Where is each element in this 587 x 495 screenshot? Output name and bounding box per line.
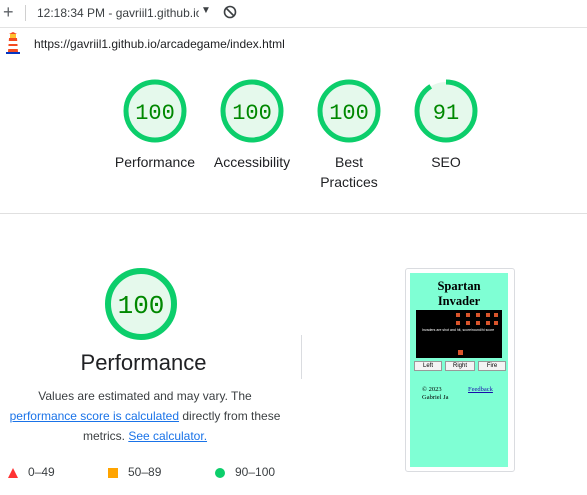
performance-description: Values are estimated and may vary. The p… bbox=[3, 386, 287, 446]
green-circle-icon bbox=[215, 468, 225, 478]
legend-pass: 90–100 bbox=[215, 465, 275, 479]
feedback-link: Feedback bbox=[468, 386, 493, 393]
gauge-label-line1: Best bbox=[334, 154, 363, 170]
gauge-ring: 91 bbox=[414, 79, 478, 143]
gauge-score: 100 bbox=[135, 101, 175, 126]
legend-pass-range: 90–100 bbox=[235, 465, 276, 479]
gauge-label: Accessibility bbox=[213, 154, 291, 170]
chevron-down-icon[interactable]: ▼ bbox=[201, 5, 211, 16]
gauge-accessibility[interactable]: 100 Accessibility bbox=[197, 78, 307, 172]
gauge-score: 100 bbox=[232, 101, 272, 126]
game-canvas: Invaders are shot and hit, score/round/h… bbox=[416, 310, 502, 358]
page-screenshot-thumbnail[interactable]: Spartan Invader Invaders are shot and hi… bbox=[405, 268, 515, 472]
game-footer: © 2023 Gabriel Ja bbox=[422, 386, 449, 402]
score-gauges: 100 Performance 100 Accessibility 100 Be… bbox=[0, 58, 587, 208]
gauge-seo[interactable]: 91 SEO bbox=[391, 78, 501, 172]
gauge-ring: 100 bbox=[317, 79, 381, 143]
fire-button: Fire bbox=[478, 361, 506, 371]
footer-copyright: © 2023 bbox=[422, 386, 442, 393]
game-title-line2: Invader bbox=[437, 294, 481, 308]
canvas-status-text: Invaders are shot and hit, score/round/h… bbox=[422, 328, 495, 332]
desc-text-3: metrics. bbox=[82, 429, 129, 443]
see-calculator-link[interactable]: See calculator. bbox=[128, 429, 207, 443]
score-calculated-link[interactable]: performance score is calculated bbox=[10, 409, 179, 423]
legend-fail-range: 0–49 bbox=[28, 465, 55, 479]
legend-average-range: 50–89 bbox=[128, 465, 162, 479]
block-icon[interactable] bbox=[223, 5, 237, 19]
page-url[interactable]: https://gavriil1.github.io/arcadegame/in… bbox=[34, 37, 285, 51]
tab-title[interactable]: 12:18:34 PM - gavriil1.github.io bbox=[37, 6, 199, 20]
performance-gauge-large: 100 bbox=[105, 268, 177, 340]
vertical-divider bbox=[301, 335, 302, 379]
performance-score: 100 bbox=[118, 291, 165, 321]
gauge-performance[interactable]: 100 Performance bbox=[100, 78, 210, 172]
game-title: Spartan Invader bbox=[410, 279, 508, 309]
screenshot-page: Spartan Invader Invaders are shot and hi… bbox=[410, 273, 508, 467]
section-divider bbox=[0, 213, 587, 214]
right-button: Right bbox=[445, 361, 475, 371]
new-tab-icon[interactable]: + bbox=[3, 3, 14, 21]
legend-average: 50–89 bbox=[108, 465, 161, 479]
gauge-ring: 100 bbox=[220, 79, 284, 143]
gauge-label: Performance bbox=[114, 154, 196, 170]
game-controls: Left Right Fire bbox=[414, 361, 506, 371]
invaders-sprites bbox=[456, 313, 498, 355]
legend-fail: 0–49 bbox=[8, 465, 55, 479]
tab-divider bbox=[25, 5, 26, 21]
gauge-score: 91 bbox=[433, 101, 459, 126]
lighthouse-icon bbox=[6, 32, 20, 54]
gauge-best-practices[interactable]: 100 Best Practices bbox=[294, 78, 404, 192]
performance-title: Performance bbox=[80, 350, 207, 375]
gauge-ring: 100 bbox=[123, 79, 187, 143]
score-legend: 0–49 50–89 90–100 bbox=[0, 463, 320, 483]
browser-tab-bar: + 12:18:34 PM - gavriil1.github.io ▼ bbox=[0, 0, 587, 28]
url-bar: https://gavriil1.github.io/arcadegame/in… bbox=[0, 28, 587, 58]
gauge-label: Best Practices bbox=[294, 152, 404, 192]
desc-text-1: Values are estimated and may vary. The bbox=[38, 389, 252, 403]
footer-author: Gabriel Ja bbox=[422, 394, 449, 401]
gauge-label-line2: Practices bbox=[320, 174, 378, 190]
desc-text-2: directly from these bbox=[179, 409, 281, 423]
gauge-label: SEO bbox=[431, 154, 461, 170]
orange-square-icon bbox=[108, 468, 118, 478]
left-button: Left bbox=[414, 361, 442, 371]
gauge-score: 100 bbox=[329, 101, 369, 126]
game-title-line1: Spartan bbox=[437, 279, 481, 293]
red-triangle-icon bbox=[8, 468, 18, 478]
